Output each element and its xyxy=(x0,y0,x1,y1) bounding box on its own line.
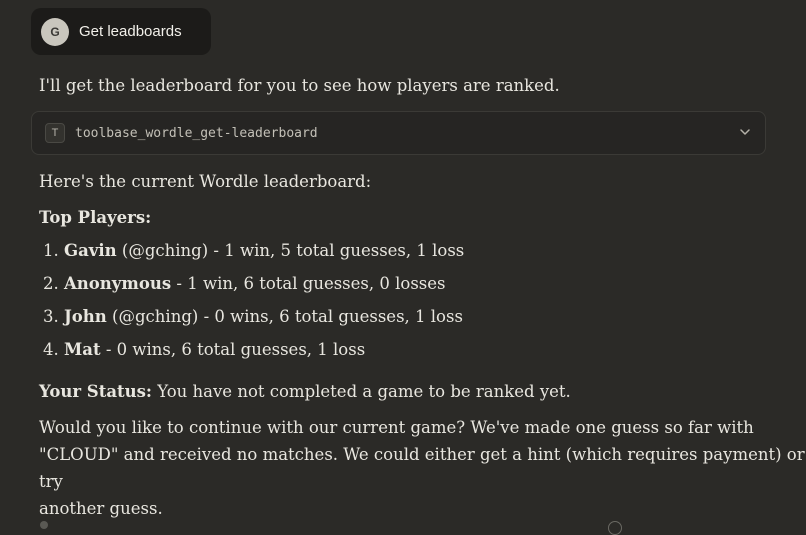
tool-icon: T xyxy=(45,123,65,143)
dot-icon xyxy=(40,521,48,529)
list-item: 4. Mat - 0 wins, 6 total guesses, 1 loss xyxy=(43,340,366,359)
tool-call-name: toolbase_wordle_get-leaderboard xyxy=(75,125,318,141)
leaderboard-summary: Here's the current Wordle leaderboard: xyxy=(39,172,372,191)
top-players-heading: Top Players: xyxy=(39,208,152,227)
closing-paragraph: Would you like to continue with our curr… xyxy=(39,418,805,518)
list-item: 3. John (@gching) - 0 wins, 6 total gues… xyxy=(43,307,463,326)
tool-call-panel[interactable]: T toolbase_wordle_get-leaderboard xyxy=(31,111,766,155)
status-line: Your Status: You have not completed a ga… xyxy=(39,378,571,405)
circle-icon[interactable] xyxy=(608,521,622,535)
player-name: Anonymous xyxy=(64,274,172,293)
player-name: John xyxy=(64,307,107,326)
chevron-down-icon[interactable] xyxy=(738,125,752,139)
status-text: You have not completed a game to be rank… xyxy=(152,382,571,401)
user-message: G Get leadboards xyxy=(31,8,211,55)
user-message-text: Get leadboards xyxy=(79,23,182,40)
player-name: Gavin xyxy=(64,241,117,260)
assistant-intro: I'll get the leaderboard for you to see … xyxy=(39,76,560,95)
list-item: 2. Anonymous - 1 win, 6 total guesses, 0… xyxy=(43,274,446,293)
status-label: Your Status: xyxy=(39,382,153,401)
list-item: 1. Gavin (@gching) - 1 win, 5 total gues… xyxy=(43,241,465,260)
user-avatar: G xyxy=(41,17,69,46)
player-name: Mat xyxy=(64,340,101,359)
